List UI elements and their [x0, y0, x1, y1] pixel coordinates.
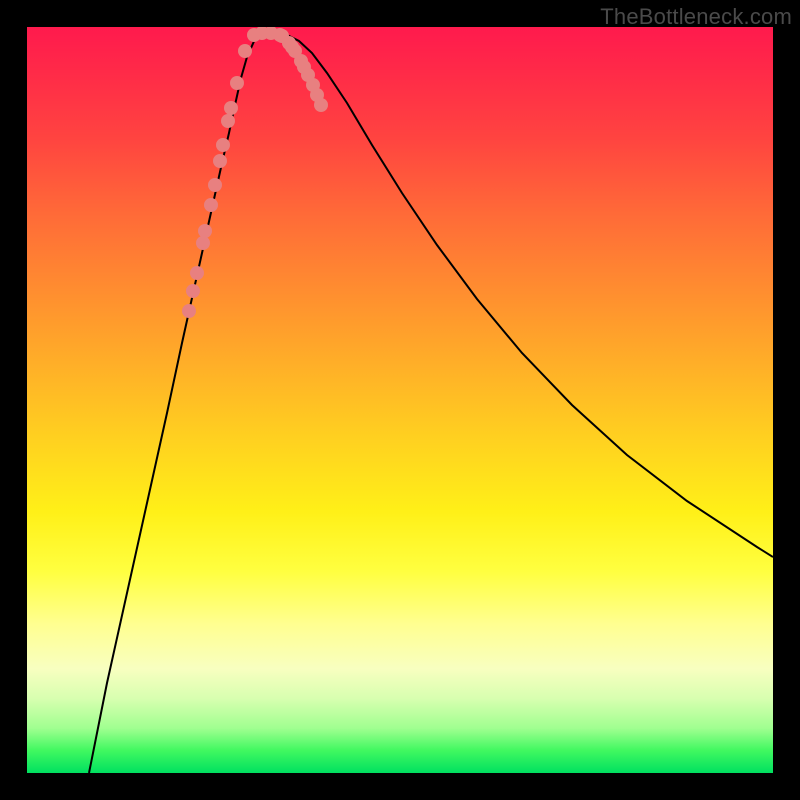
highlight-dot [213, 154, 227, 168]
highlight-dot [230, 76, 244, 90]
plot-area [27, 27, 773, 773]
highlight-dot [216, 138, 230, 152]
bottleneck-curve [89, 33, 773, 773]
highlight-dot [186, 284, 200, 298]
chart-svg [27, 27, 773, 773]
highlight-dots-group [182, 27, 328, 318]
highlight-dot [190, 266, 204, 280]
highlight-dot [182, 304, 196, 318]
highlight-dot [314, 98, 328, 112]
highlight-dot [221, 114, 235, 128]
highlight-dot [208, 178, 222, 192]
highlight-dot [198, 224, 212, 238]
highlight-dot [204, 198, 218, 212]
highlight-dot [238, 44, 252, 58]
watermark-text: TheBottleneck.com [600, 4, 792, 30]
highlight-dot [196, 236, 210, 250]
highlight-dot [224, 101, 238, 115]
chart-frame: TheBottleneck.com [0, 0, 800, 800]
